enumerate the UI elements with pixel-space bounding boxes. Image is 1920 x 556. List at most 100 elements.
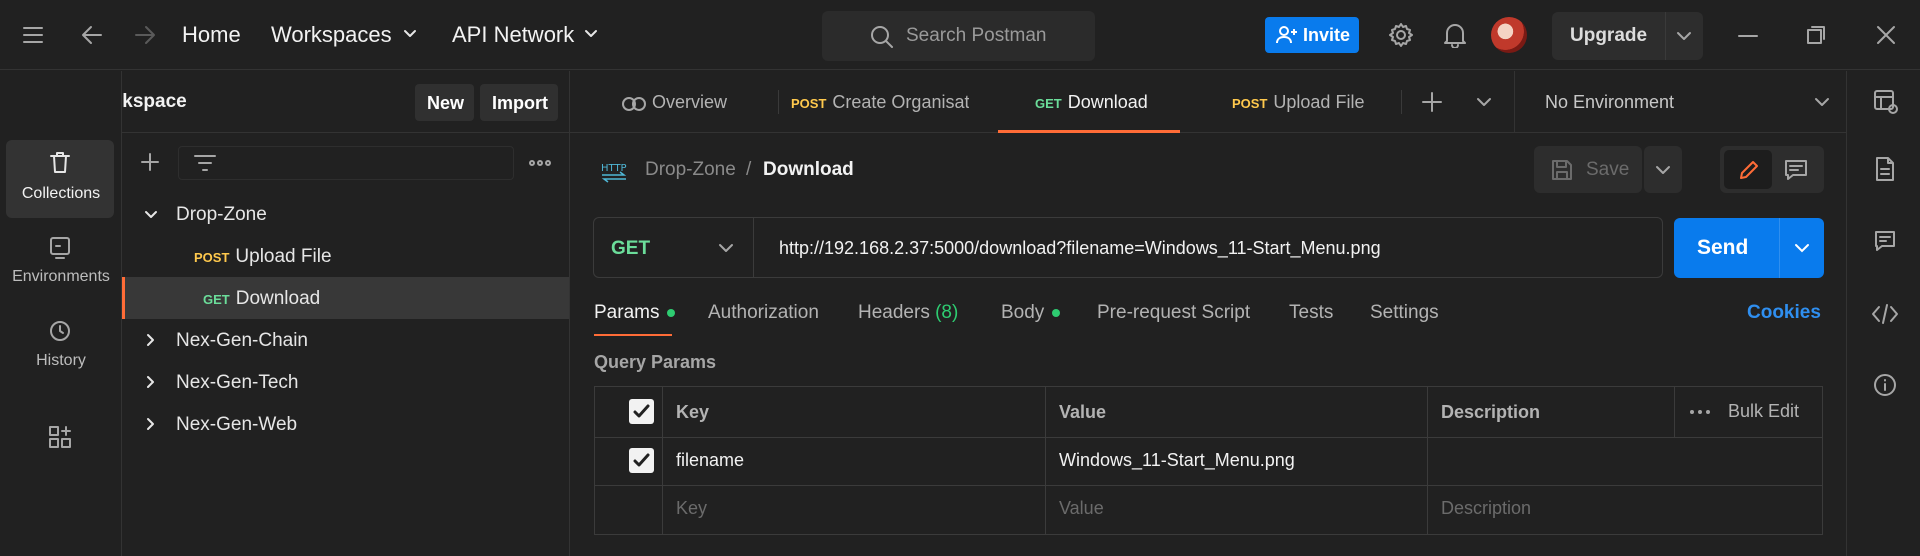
- tab-label: Create Organisati: [832, 92, 969, 112]
- collection-row[interactable]: Nex-Gen-Tech: [122, 361, 569, 403]
- search-bar[interactable]: Search Postman: [822, 11, 1095, 61]
- comments-icon[interactable]: [1873, 229, 1897, 253]
- request-name: Upload File: [235, 246, 332, 267]
- rail-label-history[interactable]: History: [0, 352, 122, 370]
- chevron-down-icon[interactable]: [1676, 31, 1692, 41]
- breadcrumb-collection[interactable]: Drop-Zone: [645, 159, 736, 181]
- selection-indicator: [122, 277, 125, 319]
- back-arrow-icon[interactable]: [80, 24, 104, 46]
- tab-prerequest-script[interactable]: Pre-request Script: [1097, 302, 1250, 324]
- collection-row[interactable]: Nex-Gen-Web: [122, 403, 569, 445]
- collection-row[interactable]: Drop-Zone: [122, 193, 569, 235]
- chevron-down-icon[interactable]: [1476, 97, 1492, 107]
- environment-select[interactable]: No Environment: [1545, 92, 1674, 113]
- restore-icon[interactable]: [1806, 25, 1826, 45]
- upgrade-button[interactable]: Upgrade: [1552, 12, 1703, 60]
- description-input[interactable]: Description: [1441, 498, 1531, 519]
- chevron-down-icon: [403, 29, 417, 39]
- import-button[interactable]: Import: [480, 84, 558, 121]
- chevron-down-icon: [718, 243, 734, 253]
- active-tab-indicator: [594, 334, 672, 336]
- tab-params-label: Params: [594, 302, 660, 323]
- save-options-button[interactable]: [1644, 146, 1682, 193]
- filter-icon[interactable]: [193, 153, 217, 173]
- tab-create-organisation[interactable]: POST Create Organisati: [779, 71, 969, 133]
- workspaces-menu[interactable]: Workspaces: [271, 22, 392, 48]
- forward-arrow-icon[interactable]: [133, 24, 157, 46]
- column-header-key: Key: [676, 402, 710, 422]
- close-icon[interactable]: [1876, 25, 1896, 45]
- param-value[interactable]: Windows_11-Start_Menu.png: [1059, 450, 1295, 471]
- apps-grid-icon[interactable]: [48, 425, 72, 449]
- api-network-menu[interactable]: API Network: [452, 22, 574, 48]
- search-icon: [869, 24, 895, 50]
- tab-params[interactable]: Params: [594, 302, 676, 324]
- search-placeholder: Search Postman: [906, 25, 1047, 46]
- tab-body-label: Body: [1001, 302, 1045, 323]
- menu-icon[interactable]: [22, 25, 44, 45]
- more-options-icon[interactable]: [1689, 409, 1711, 415]
- gear-icon[interactable]: [1388, 22, 1414, 48]
- select-all-checkbox[interactable]: [629, 399, 654, 424]
- request-row[interactable]: POST Upload File: [122, 235, 569, 277]
- environment-icon[interactable]: [48, 235, 72, 259]
- pencil-icon: [1738, 159, 1760, 181]
- tab-settings[interactable]: Settings: [1370, 302, 1439, 324]
- method-badge: GET: [1035, 96, 1062, 111]
- plus-icon[interactable]: [140, 152, 160, 172]
- send-button[interactable]: Send: [1674, 218, 1824, 278]
- home-link[interactable]: Home: [182, 22, 241, 48]
- method-badge: POST: [194, 250, 230, 265]
- divider: [1665, 12, 1666, 60]
- tab-upload-file[interactable]: POST Upload File: [1220, 71, 1400, 133]
- new-button[interactable]: New: [415, 84, 474, 121]
- method-select[interactable]: GET: [594, 218, 754, 277]
- minimize-icon[interactable]: [1738, 34, 1758, 38]
- edit-mode-button[interactable]: [1724, 150, 1772, 189]
- method-badge: GET: [203, 292, 230, 307]
- active-tab-indicator: [998, 130, 1180, 133]
- documentation-icon[interactable]: [1873, 156, 1897, 182]
- tab-download[interactable]: GET Download: [998, 71, 1180, 133]
- tab-authorization[interactable]: Authorization: [708, 302, 819, 324]
- value-input[interactable]: Value: [1059, 498, 1104, 519]
- tab-label: Upload File: [1273, 92, 1365, 112]
- key-input[interactable]: Key: [676, 498, 707, 519]
- url-input[interactable]: http://192.168.2.37:5000/download?filena…: [779, 238, 1381, 259]
- code-icon[interactable]: [1871, 303, 1899, 325]
- breadcrumb-request[interactable]: Download: [763, 159, 854, 181]
- query-params-title: Query Params: [594, 352, 717, 372]
- collection-row[interactable]: Nex-Gen-Chain: [122, 319, 569, 361]
- tab-body[interactable]: Body: [1001, 302, 1061, 324]
- tab-label: Download: [1067, 92, 1148, 112]
- chevron-right-icon[interactable]: [146, 417, 156, 431]
- request-row-selected[interactable]: GET Download: [122, 277, 569, 319]
- bulk-edit-button[interactable]: Bulk Edit: [1728, 401, 1799, 422]
- filter-input[interactable]: [178, 146, 514, 180]
- tab-overview[interactable]: Overview: [600, 71, 770, 133]
- cookies-link[interactable]: Cookies: [1747, 302, 1821, 324]
- chevron-down-icon[interactable]: [1794, 243, 1810, 253]
- info-icon[interactable]: [1873, 373, 1897, 397]
- row-checkbox[interactable]: [629, 448, 654, 473]
- method-value: GET: [611, 238, 651, 259]
- more-options-icon[interactable]: [529, 160, 551, 166]
- invite-button[interactable]: Invite: [1265, 17, 1359, 53]
- chevron-right-icon[interactable]: [146, 333, 156, 347]
- save-button[interactable]: Save: [1534, 146, 1642, 193]
- param-key[interactable]: filename: [676, 450, 744, 471]
- comment-icon[interactable]: [1784, 159, 1808, 181]
- chevron-down-icon[interactable]: [144, 210, 158, 220]
- new-tab-plus-icon[interactable]: [1422, 92, 1442, 112]
- environment-quick-look-icon[interactable]: [1873, 89, 1899, 115]
- tab-headers[interactable]: Headers (8): [858, 302, 958, 324]
- chevron-right-icon[interactable]: [146, 375, 156, 389]
- divider: [1401, 90, 1402, 114]
- chevron-down-icon[interactable]: [1814, 97, 1830, 107]
- tab-tests[interactable]: Tests: [1289, 302, 1333, 324]
- bell-icon[interactable]: [1443, 22, 1467, 48]
- rail-label-environments[interactable]: Environments: [0, 268, 122, 286]
- status-dot: [667, 308, 676, 317]
- avatar[interactable]: [1491, 17, 1527, 53]
- history-icon[interactable]: [48, 319, 72, 343]
